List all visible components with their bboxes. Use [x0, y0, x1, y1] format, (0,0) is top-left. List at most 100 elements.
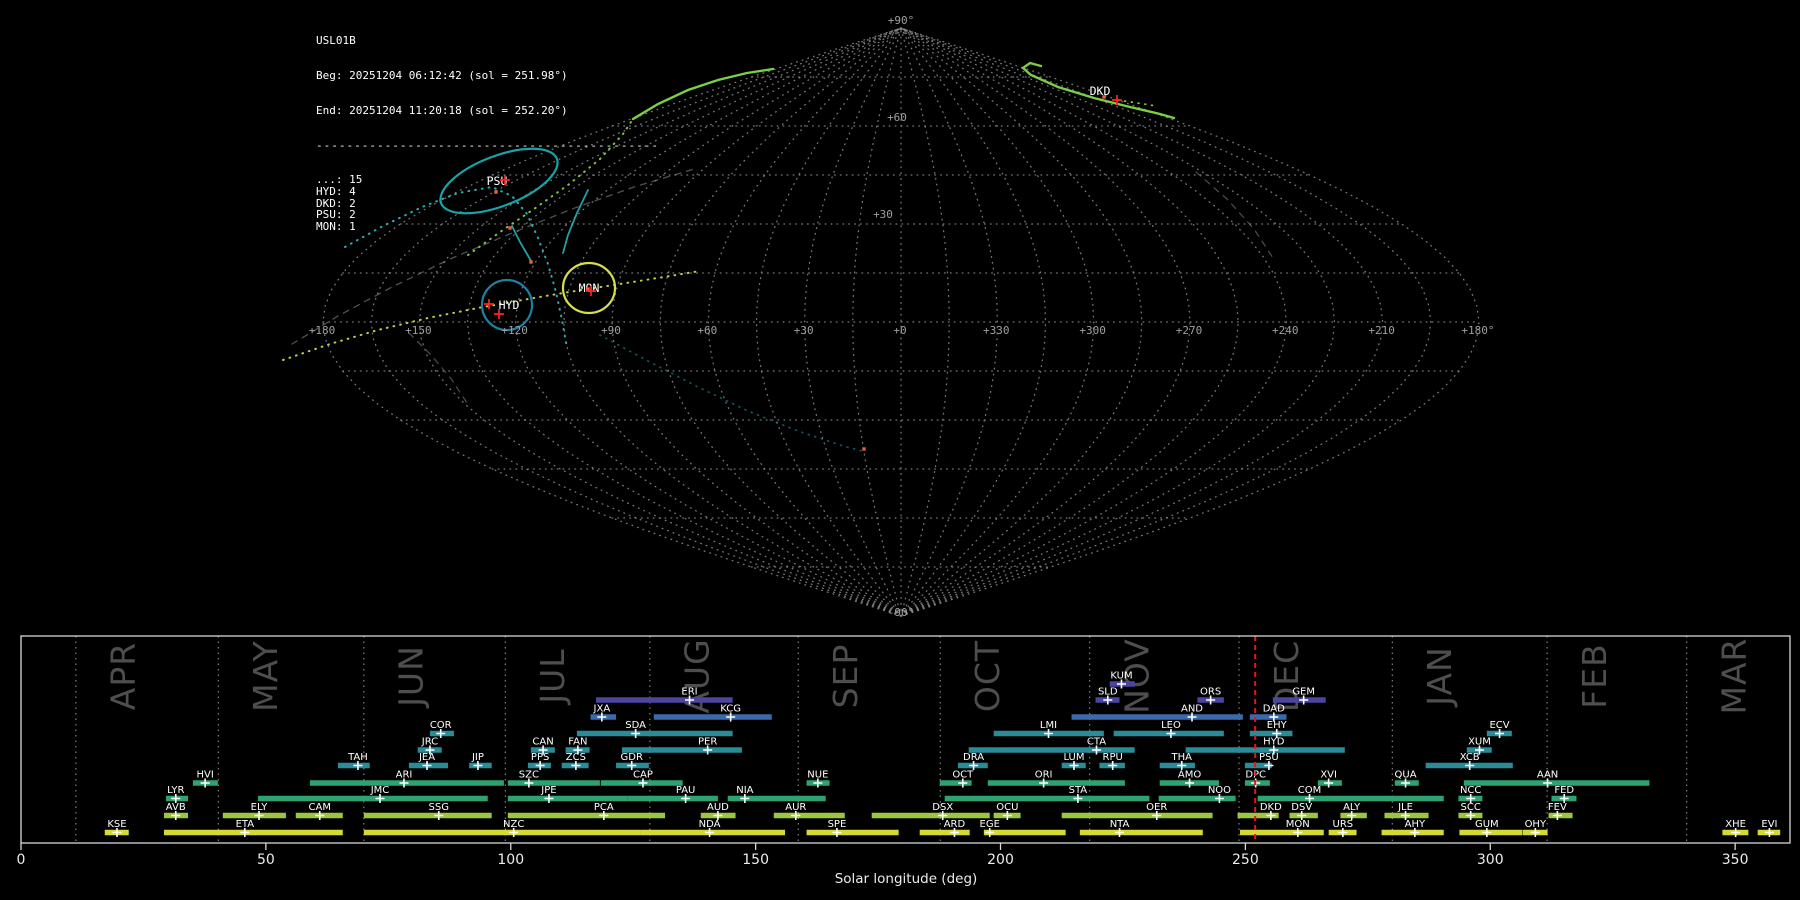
shower-label-KCG: KCG: [720, 704, 741, 715]
station-id: USL01B: [316, 34, 356, 48]
shower-label-KUM: KUM: [1110, 671, 1132, 682]
shower-label-PAU: PAU: [676, 785, 696, 796]
shower-label-CAP: CAP: [633, 770, 653, 781]
grid-meridian: [659, 27, 902, 617]
shower-label-DAD: DAD: [1263, 704, 1285, 715]
equator-longitude-label: +180: [309, 324, 336, 337]
shower-label-COR: COR: [430, 720, 452, 731]
shower-label-PCA: PCA: [594, 802, 614, 813]
shower-label-ECV: ECV: [1489, 720, 1509, 731]
shower-bar-NOO: [1158, 795, 1236, 802]
shower-label-AUR: AUR: [785, 802, 806, 813]
shower-label-EGE: EGE: [980, 819, 1000, 830]
count-HYD: HYD: 4: [316, 184, 356, 198]
shower-label-SCC: SCC: [1461, 802, 1481, 813]
end-time: End: 20251204 11:20:18 (sol = 252.20°): [316, 103, 568, 117]
shower-bar-ORI: [987, 780, 1125, 786]
equator-longitude-label: +330: [983, 324, 1010, 337]
equator-longitude-label: +90: [601, 324, 621, 337]
shower-label-HVI: HVI: [196, 770, 213, 781]
count-PSU: PSU: 2: [316, 208, 356, 222]
arc-gray-dashed-east: [1195, 171, 1276, 262]
shower-label-NTA: NTA: [1110, 819, 1130, 830]
shower-label-THA: THA: [1170, 752, 1192, 763]
count-dotdotdot: ...: 15: [316, 173, 363, 187]
shower-label-ALY: ALY: [1343, 802, 1361, 813]
shower-label-LMI: LMI: [1040, 720, 1057, 731]
pole-label-north: +90°: [888, 14, 915, 27]
shower-label-GEM: GEM: [1292, 687, 1315, 698]
shower-bar-DSX: [871, 812, 990, 819]
pole-label-south: -90°: [888, 606, 915, 619]
shower-bar-AND: [1071, 714, 1243, 720]
month-label-MAR: MAR: [1714, 638, 1753, 715]
x-tick-label: 250: [1232, 852, 1259, 868]
shower-label-EHY: EHY: [1267, 720, 1288, 731]
shower-label-JPE: JPE: [540, 785, 556, 796]
equator-longitude-label: +0: [893, 324, 906, 337]
shower-label-LEO: LEO: [1161, 720, 1181, 731]
grid-meridian: [900, 27, 1239, 617]
shower-bar-STA: [944, 795, 1150, 802]
shower-bar-PCA: [507, 812, 666, 819]
grid-meridian: [900, 27, 1191, 617]
shower-label-GUM: GUM: [1475, 819, 1499, 830]
shower-label-AUD: AUD: [707, 802, 729, 813]
shower-bar-SDA: [576, 730, 733, 737]
shower-label-XUM: XUM: [1468, 737, 1491, 748]
shower-label-JMC: JMC: [370, 785, 390, 796]
shower-label-AMO: AMO: [1178, 770, 1201, 781]
x-tick-label: 200: [987, 852, 1014, 868]
radiant-plus-marker: [484, 299, 494, 309]
shower-label-NOO: NOO: [1208, 785, 1231, 796]
shower-label-EVI: EVI: [1761, 819, 1777, 830]
shower-label-SSG: SSG: [429, 802, 449, 813]
equator-longitude-label: +300: [1079, 324, 1106, 337]
shower-label-OHY: OHY: [1525, 819, 1547, 830]
equator-longitude-label: +270: [1176, 324, 1203, 337]
shower-label-JIP: JIP: [471, 752, 484, 763]
shower-label-URS: URS: [1333, 819, 1354, 830]
shower-label-JXA: JXA: [593, 704, 611, 715]
shower-label-AAN: AAN: [1537, 770, 1558, 781]
equator-longitude-label: +30: [794, 324, 814, 337]
shower-bar-NTA: [1079, 829, 1203, 836]
shower-label-CAM: CAM: [309, 802, 331, 813]
shower-label-NUE: NUE: [807, 770, 828, 781]
x-tick-label: 50: [257, 852, 275, 868]
shower-label-ARI: ARI: [396, 770, 413, 781]
shower-bar-ERI: [595, 697, 733, 703]
shower-label-DKD: DKD: [1260, 802, 1282, 813]
arc-gray-dashed-south: [408, 332, 468, 404]
shower-label-LUM: LUM: [1063, 752, 1084, 763]
equator-longitude-label: +120: [501, 324, 528, 337]
shower-label-AVB: AVB: [166, 802, 186, 813]
shower-bar-ARD: [919, 829, 970, 836]
shower-bar-EGE: [983, 829, 1066, 836]
shower-label-HYD: HYD: [1263, 737, 1285, 748]
count-MON: MON: 1: [316, 219, 356, 233]
shower-label-ERI: ERI: [681, 687, 697, 698]
shower-label-ZCS: ZCS: [566, 752, 586, 763]
x-tick-label: 0: [17, 852, 26, 868]
shower-label-JRC: JRC: [421, 737, 438, 748]
shower-label-NCC: NCC: [1460, 785, 1481, 796]
shower-label-GDR: GDR: [621, 752, 643, 763]
month-label-FEB: FEB: [1575, 643, 1614, 708]
shower-label-COM: COM: [1298, 785, 1321, 796]
shower-label-XHE: XHE: [1725, 819, 1746, 830]
equator-longitude-label: +150: [405, 324, 432, 337]
shower-label-NDA: NDA: [699, 819, 721, 830]
shower-bar-JPE: [507, 795, 628, 802]
month-label-JUL: JUL: [533, 648, 572, 705]
shower-bar-SSG: [363, 812, 492, 819]
x-tick-label: 150: [742, 852, 769, 868]
shower-label-DRA: DRA: [963, 752, 984, 763]
shower-label-OCT: OCT: [952, 770, 974, 781]
shower-label-AHY: AHY: [1405, 819, 1426, 830]
shower-label-STA: STA: [1069, 785, 1088, 796]
count-DKD: DKD: 2: [316, 196, 356, 210]
shower-label-OCU: OCU: [996, 802, 1018, 813]
shower-bar-KCG: [653, 714, 772, 720]
shower-label-JEA: JEA: [418, 752, 435, 763]
